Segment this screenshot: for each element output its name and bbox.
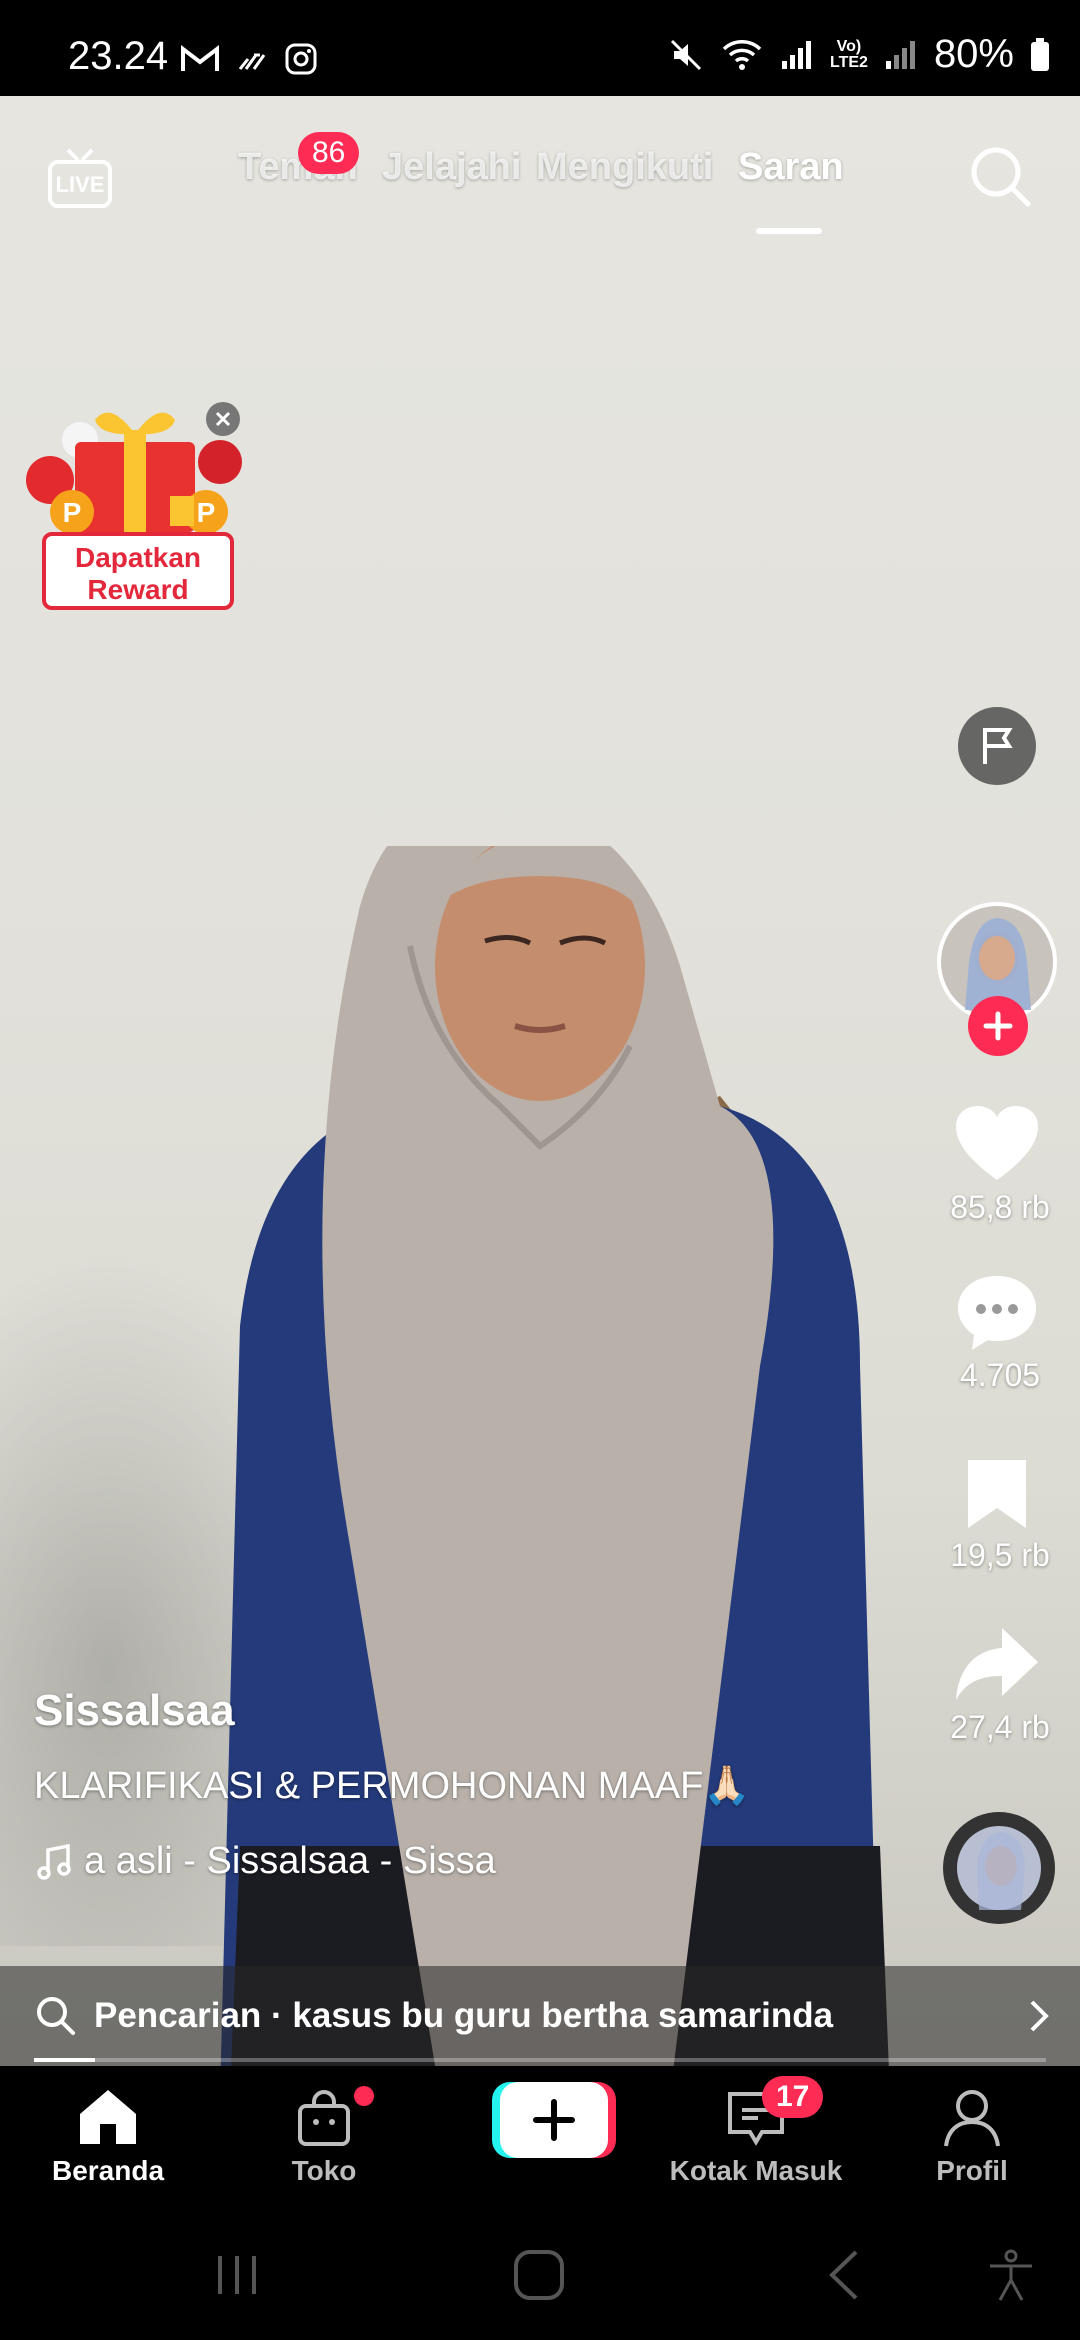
battery-icon [1031, 37, 1049, 71]
lte-indicator-label: LTE2 [830, 53, 868, 71]
video-subject [220, 846, 889, 2066]
reward-close-button[interactable] [206, 402, 240, 436]
search-button[interactable] [968, 144, 1034, 210]
search-icon [971, 147, 1031, 207]
post-description[interactable]: KLARIFIKASI & PERMOHONAN MAAF🙏🏻 [34, 1764, 894, 1808]
lte-indicator: Vo) LTE2 [830, 37, 868, 71]
signal-icon [782, 40, 811, 69]
shop-bag-icon [298, 2090, 350, 2146]
music-note-icon [37, 1843, 71, 1880]
shop-notification-dot [354, 2086, 374, 2106]
search-suggestion-bar[interactable]: Pencarian · kasus bu guru bertha samarin… [0, 1966, 1080, 2066]
system-nav-bar [0, 2210, 1080, 2340]
close-icon [215, 411, 231, 427]
bookmark-icon [968, 1460, 1026, 1528]
nav-profile[interactable]: Profil [882, 2086, 1062, 2187]
back-icon[interactable] [824, 2248, 864, 2302]
accessibility-icon[interactable] [986, 2248, 1036, 2302]
like-count: 85,8 rb [950, 1189, 1050, 1225]
post-caption: Sissalsaa KLARIFIKASI & PERMOHONAN MAAF🙏… [34, 1686, 894, 1883]
music-disc-button[interactable] [920, 1810, 1080, 1931]
status-bar: 23.24 Vo) LTE2 80% [0, 0, 1080, 96]
friends-badge: 86 [298, 132, 360, 174]
plus-icon [983, 1011, 1013, 1041]
feed-tabs: Teman Jelajahi Mengikuti Saran [0, 146, 1080, 206]
profile-icon [944, 2090, 1000, 2147]
nav-home[interactable]: Beranda [18, 2086, 198, 2187]
active-tab-indicator [756, 228, 822, 234]
music-info[interactable]: a asli - Sissalsaa - Sissa [34, 1840, 894, 1883]
music-title: a asli - Sissalsaa - Sissa [84, 1840, 496, 1882]
save-count: 19,5 rb [950, 1537, 1050, 1573]
svg-text:P: P [63, 497, 82, 528]
nav-inbox-label: Kotak Masuk [669, 2155, 843, 2186]
recent-apps-icon[interactable] [212, 2250, 262, 2300]
nav-inbox[interactable]: Kotak Masuk 17 [666, 2076, 846, 2187]
heart-icon [956, 1106, 1038, 1180]
chevron-right-icon [1030, 2000, 1049, 2032]
video-progress-bar[interactable] [34, 2058, 1046, 2062]
flag-icon [958, 707, 1036, 785]
save-button[interactable]: 19,5 rb [920, 1456, 1080, 1574]
signal-2-icon [885, 40, 915, 69]
battery-percent: 80% [933, 32, 1014, 76]
comment-button[interactable]: 4.705 [920, 1272, 1080, 1394]
lte-indicator-top: Vo) [836, 37, 862, 55]
reward-label-line1: Dapatkan [74, 542, 202, 573]
tab-jelajahi[interactable]: Jelajahi [382, 146, 521, 189]
data-saver-icon [238, 53, 266, 70]
bottom-nav: Beranda Toko Kotak Masuk 17 Profil [0, 2066, 1080, 2210]
create-button[interactable] [450, 2078, 630, 2169]
status-right-icons: Vo) LTE2 80% [668, 32, 1050, 77]
create-plus-icon [492, 2082, 616, 2158]
nav-profile-label: Profil [936, 2155, 1008, 2186]
svg-text:P: P [197, 497, 216, 528]
status-left-icons [180, 42, 318, 76]
share-count: 27,4 rb [950, 1709, 1050, 1745]
tab-mengikuti[interactable]: Mengikuti [536, 146, 713, 189]
share-button[interactable]: 27,4 rb [920, 1624, 1080, 1746]
inbox-badge: 17 [762, 2076, 824, 2118]
search-suggestion-text: Pencarian · kasus bu guru bertha samarin… [94, 1996, 834, 2035]
status-time: 23.24 [68, 34, 169, 78]
video-progress-fill [34, 2058, 95, 2062]
search-icon [37, 1997, 75, 2035]
mute-icon [670, 39, 702, 70]
instagram-icon [285, 43, 317, 75]
comment-count: 4.705 [959, 1357, 1041, 1393]
home-system-icon[interactable] [512, 2248, 566, 2302]
tab-saran[interactable]: Saran [738, 146, 844, 189]
music-disc-icon [943, 1812, 1055, 1924]
comment-icon [958, 1276, 1036, 1350]
creator-username[interactable]: Sissalsaa [34, 1686, 894, 1736]
report-button[interactable] [920, 706, 1080, 791]
nav-shop-label: Toko [291, 2155, 357, 2186]
like-button[interactable]: 85,8 rb [920, 1104, 1080, 1226]
reward-label: Dapatkan Reward [42, 532, 234, 610]
reward-widget[interactable]: P P Dapatkan Reward [20, 400, 250, 620]
creator-avatar[interactable] [920, 900, 1080, 1056]
follow-button[interactable] [968, 996, 1028, 1056]
nav-home-label: Beranda [51, 2155, 165, 2186]
home-icon [80, 2090, 136, 2144]
wifi-icon [722, 39, 762, 70]
reward-label-line2: Reward [87, 574, 189, 605]
share-arrow-icon [956, 1628, 1038, 1700]
nav-shop[interactable]: Toko [234, 2086, 414, 2187]
gmail-icon [181, 44, 219, 71]
